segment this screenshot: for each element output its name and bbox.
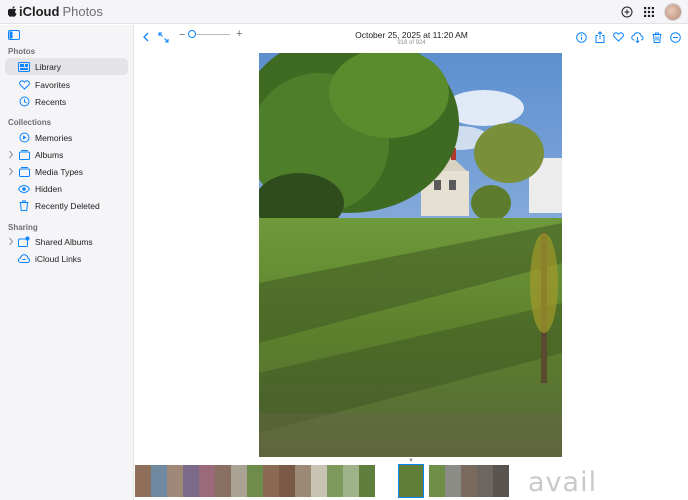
sidebar-item-albums[interactable]: Albums [5,146,128,163]
trash-icon [18,200,30,212]
top-bar: iCloud Photos [0,0,688,24]
sidebar-item-media-types[interactable]: Media Types [5,163,128,180]
shared-albums-icon [18,236,30,248]
thumbnail[interactable] [199,465,215,497]
info-button[interactable] [574,30,588,44]
sidebar-item-label: Albums [35,149,64,160]
delete-button[interactable] [650,30,664,44]
share-icon [595,31,605,43]
sidebar-item-label: Memories [35,132,73,143]
sidebar-item-label: Recently Deleted [35,200,100,211]
photo-viewer: − + October 25, 2025 at 11:20 AM 918 of … [135,25,688,500]
section-photos: Photos [8,47,36,56]
sidebar-item-recents[interactable]: Recents [5,93,128,110]
thumbnail[interactable] [231,465,247,497]
sidebar-item-favorites[interactable]: Favorites [5,76,128,93]
trash-icon [652,32,662,43]
sidebar-item-label: Favorites [35,79,70,90]
avatar[interactable] [664,3,682,21]
filmstrip[interactable] [135,464,688,498]
sidebar-item-shared-albums[interactable]: Shared Albums [5,233,128,250]
thumbnail[interactable] [247,465,263,497]
photo[interactable] [259,53,562,457]
clock-icon [18,96,30,108]
chevron-right-icon[interactable] [8,150,14,159]
info-icon [575,31,587,43]
thumbnail[interactable] [263,465,279,497]
sidebar-item-label: Hidden [35,183,62,194]
sidebar-item-label: Shared Albums [35,236,93,247]
more-button[interactable] [668,30,682,44]
heart-icon [612,32,624,42]
library-icon [18,61,30,73]
photo-image [259,53,562,457]
thumbnail[interactable] [295,465,311,497]
add-icon[interactable] [619,4,635,20]
thumbnail[interactable] [461,465,477,497]
sidebar-item-library[interactable]: Library [5,58,128,75]
memories-icon [18,132,30,144]
chevron-right-icon[interactable] [8,237,14,246]
app-grid-icon[interactable] [641,4,657,20]
sidebar: Photos Library Favorites Recents Collect… [0,25,134,500]
sidebar-item-memories[interactable]: Memories [5,129,128,146]
sidebar-toggle-icon[interactable] [8,30,20,40]
brand-name: iCloud [19,4,60,19]
cloud-link-icon [18,253,30,265]
download-button[interactable] [630,30,644,44]
thumbnail[interactable] [279,465,295,497]
eye-icon [18,183,30,195]
viewer-toolbar: − + October 25, 2025 at 11:20 AM 918 of … [135,25,688,52]
thumbnail[interactable] [343,465,359,497]
share-button[interactable] [593,30,607,44]
section-collections: Collections [8,118,52,127]
sidebar-item-label: Media Types [35,166,84,177]
thumbnail-selected[interactable] [398,464,424,498]
thumbnail[interactable] [167,465,183,497]
thumbnail[interactable] [477,465,493,497]
sidebar-item-label: Library [35,61,61,72]
heart-icon [18,79,30,91]
thumbnail[interactable] [327,465,343,497]
more-icon [669,31,681,43]
thumbnail[interactable] [151,465,167,497]
albums-icon [18,149,30,161]
sidebar-item-label: iCloud Links [35,253,82,264]
watermark: avail [528,467,598,498]
cloud-download-icon [630,31,644,43]
favorite-button[interactable] [611,30,625,44]
filmstrip-marker: ▼ [408,458,414,464]
thumbnail[interactable] [183,465,199,497]
thumbnail[interactable] [359,465,375,497]
apple-logo-icon [8,6,17,17]
brand-app-name: Photos [62,4,103,19]
media-types-icon [18,166,30,178]
thumbnail[interactable] [311,465,327,497]
sidebar-item-icloud-links[interactable]: iCloud Links [5,250,128,267]
app-brand[interactable]: iCloud Photos [8,4,103,19]
sidebar-item-label: Recents [35,96,67,107]
thumbnail[interactable] [445,465,461,497]
thumbnail[interactable] [215,465,231,497]
section-sharing: Sharing [8,223,38,232]
sidebar-item-recently-deleted[interactable]: Recently Deleted [5,197,128,214]
sidebar-item-hidden[interactable]: Hidden [5,180,128,197]
thumbnail[interactable] [135,465,151,497]
thumbnail[interactable] [429,465,445,497]
thumbnail[interactable] [493,465,509,497]
chevron-right-icon[interactable] [8,167,14,176]
